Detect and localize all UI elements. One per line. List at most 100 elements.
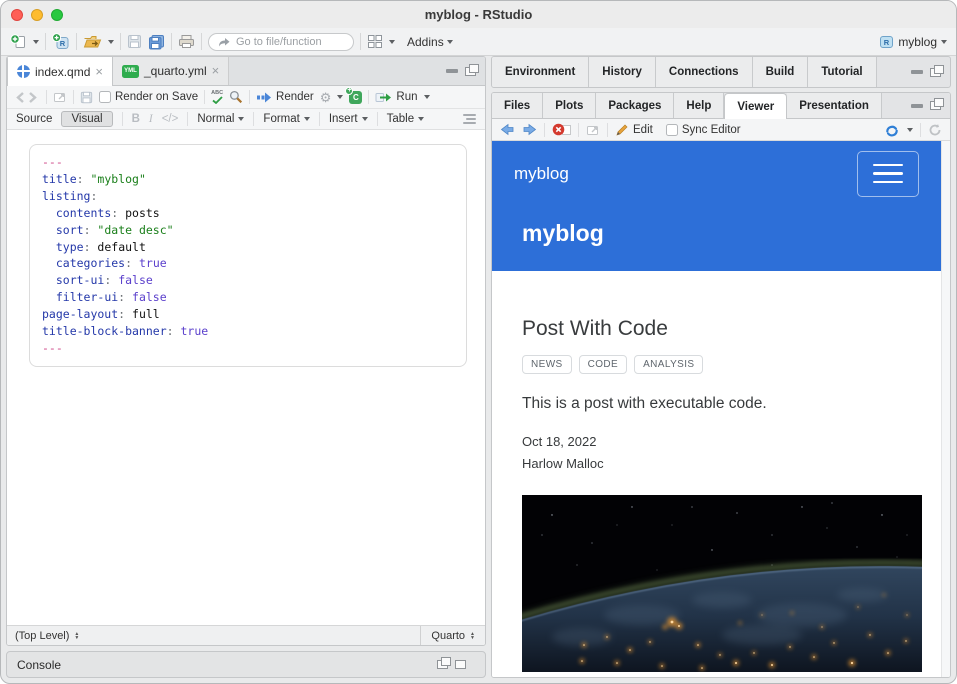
search-icon[interactable]	[229, 90, 243, 104]
tab-help[interactable]: Help	[674, 93, 724, 118]
project-selector[interactable]: R myblog	[879, 35, 947, 49]
tab-plots[interactable]: Plots	[543, 93, 596, 118]
rstudio-window: myblog - RStudio R	[0, 0, 957, 684]
close-tab-icon[interactable]: ×	[95, 67, 103, 77]
yaml-line: listing:	[42, 188, 454, 205]
print-button[interactable]	[178, 34, 195, 49]
post-title[interactable]: Post With Code	[522, 317, 941, 341]
code-button[interactable]: </>	[162, 113, 179, 125]
tab-viewer[interactable]: Viewer	[724, 93, 787, 119]
scope-selector[interactable]: (Top Level) ▲▼	[7, 626, 420, 645]
editor-toolbar: Render on Save ABC	[7, 86, 485, 109]
svg-text:R: R	[60, 39, 66, 48]
blog-navbar-title[interactable]: myblog	[514, 164, 569, 184]
tab-index-qmd[interactable]: index.qmd ×	[7, 57, 113, 86]
table-menu[interactable]: Table	[387, 113, 425, 125]
maximize-pane-icon[interactable]	[930, 101, 941, 110]
tab-quarto-yml[interactable]: YML _quarto.yml ×	[113, 57, 229, 85]
maximize-pane-icon[interactable]	[455, 660, 466, 669]
pane-layout-button[interactable]	[367, 34, 383, 49]
outline-toggle-icon[interactable]	[463, 114, 476, 124]
updown-icon: ▲▼	[470, 632, 475, 640]
close-tab-icon[interactable]: ×	[212, 66, 220, 76]
blog-title-banner: myblog	[492, 206, 941, 271]
scrollbar-track[interactable]	[941, 141, 950, 677]
minimize-pane-icon[interactable]	[446, 69, 458, 73]
console-pane-header[interactable]: Console	[6, 651, 486, 678]
tab-files[interactable]: Files	[492, 93, 543, 118]
category-badge-code[interactable]: CODE	[579, 355, 628, 374]
source-mode-button[interactable]: Source	[16, 113, 52, 125]
new-file-caret[interactable]	[33, 40, 39, 44]
post-author: Harlow Malloc	[522, 456, 941, 471]
save-button[interactable]	[127, 34, 142, 49]
category-badge-news[interactable]: NEWS	[522, 355, 572, 374]
main-toolbar: R	[1, 28, 956, 56]
spellcheck-icon[interactable]: ABC	[211, 91, 223, 104]
new-project-icon: R	[52, 33, 70, 50]
popout-icon[interactable]	[53, 91, 67, 103]
pane-layout-caret[interactable]	[389, 40, 395, 44]
save-icon[interactable]	[80, 91, 93, 104]
checkbox-icon[interactable]	[99, 91, 111, 103]
restore-pane-icon[interactable]	[437, 660, 448, 669]
forward-icon[interactable]	[522, 123, 537, 136]
paragraph-style-dropdown[interactable]: Normal	[197, 113, 244, 125]
language-mode-selector[interactable]: Quarto ▲▼	[420, 626, 485, 645]
goto-file-input[interactable]: Go to file/function	[208, 33, 354, 51]
minimize-pane-icon[interactable]	[911, 104, 923, 108]
yaml-metadata-block[interactable]: ---title: "myblog"listing: contents: pos…	[29, 144, 467, 367]
new-file-button[interactable]	[10, 34, 27, 50]
sync-editor-checkbox[interactable]: Sync Editor	[666, 124, 741, 136]
save-all-button[interactable]	[148, 34, 165, 50]
stop-icon[interactable]	[552, 123, 571, 137]
r-project-icon: R	[879, 35, 894, 49]
edit-button[interactable]: Edit	[615, 123, 653, 137]
render-options-caret[interactable]	[337, 95, 343, 99]
tab-tutorial[interactable]: Tutorial	[808, 57, 876, 87]
refresh-icon[interactable]	[928, 123, 942, 137]
render-button[interactable]: Render	[256, 91, 314, 104]
tab-presentation[interactable]: Presentation	[787, 93, 882, 118]
tab-connections[interactable]: Connections	[656, 57, 753, 87]
maximize-pane-icon[interactable]	[930, 68, 941, 77]
visual-mode-button[interactable]: Visual	[61, 111, 112, 127]
minimize-pane-icon[interactable]	[911, 70, 923, 74]
pane-layout-icon	[367, 34, 383, 49]
format-menu[interactable]: Format	[263, 113, 309, 125]
hamburger-menu-button[interactable]	[857, 151, 919, 197]
new-project-button[interactable]: R	[52, 33, 70, 50]
bold-button[interactable]: B	[132, 113, 140, 125]
goto-arrow-icon	[217, 35, 231, 48]
yaml-file-icon: YML	[122, 65, 139, 78]
category-badge-analysis[interactable]: ANALYSIS	[634, 355, 703, 374]
publish-caret[interactable]	[907, 128, 913, 132]
tab-build[interactable]: Build	[753, 57, 809, 87]
open-file-button[interactable]	[83, 34, 102, 49]
visual-editor[interactable]: ---title: "myblog"listing: contents: pos…	[7, 130, 485, 625]
maximize-pane-icon[interactable]	[465, 67, 476, 76]
run-button[interactable]: Run	[375, 91, 417, 104]
addins-button[interactable]: Addins	[407, 35, 453, 49]
save-icon	[127, 34, 142, 49]
viewer-toolbar: Edit Sync Editor	[492, 119, 950, 141]
tab-environment[interactable]: Environment	[492, 57, 589, 87]
new-file-icon	[10, 34, 27, 50]
insert-chunk-icon[interactable]: +C	[349, 91, 362, 104]
addins-caret	[447, 40, 453, 44]
tab-history[interactable]: History	[589, 57, 656, 87]
gear-icon[interactable]: ⚙	[320, 91, 332, 104]
tab-packages[interactable]: Packages	[596, 93, 674, 118]
render-on-save-checkbox[interactable]: Render on Save	[99, 91, 198, 103]
yaml-line: contents: posts	[42, 205, 454, 222]
nav-back-forward-icons[interactable]	[14, 91, 40, 104]
titlebar: myblog - RStudio	[1, 1, 956, 28]
italic-button[interactable]: I	[149, 113, 153, 125]
popout-icon[interactable]	[586, 124, 600, 136]
checkbox-icon[interactable]	[666, 124, 678, 136]
run-options-caret[interactable]	[424, 95, 430, 99]
back-icon[interactable]	[500, 123, 515, 136]
publish-icon[interactable]	[884, 123, 900, 137]
insert-menu[interactable]: Insert	[329, 113, 368, 125]
open-file-caret[interactable]	[108, 40, 114, 44]
